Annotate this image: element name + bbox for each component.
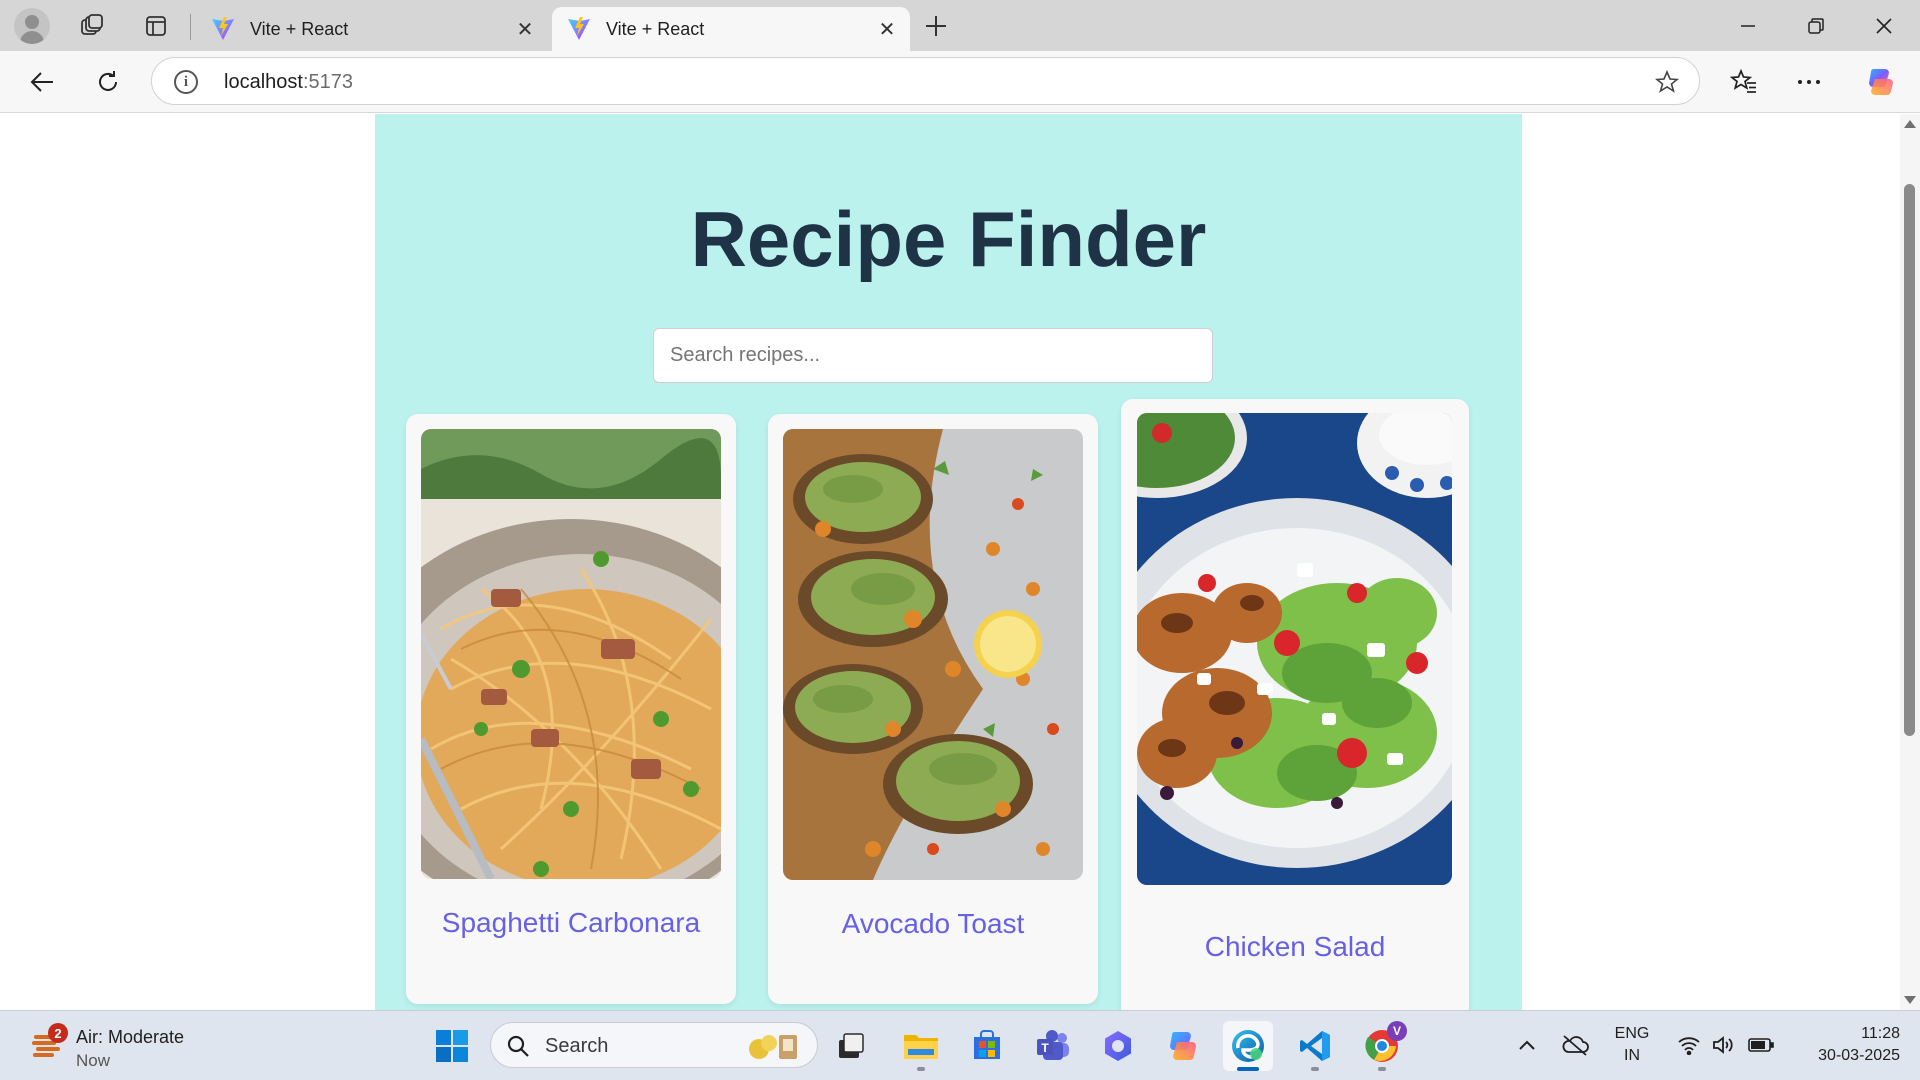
url-port: :5173 (302, 71, 353, 93)
copilot-icon[interactable] (1860, 62, 1900, 102)
chicken-salad-photo (1137, 413, 1452, 885)
recipe-card[interactable]: Chicken Salad (1121, 399, 1469, 1010)
recipe-name[interactable]: Spaghetti Carbonara (406, 907, 736, 939)
taskbar-search[interactable]: Search (490, 1022, 818, 1068)
running-indicator (1311, 1067, 1319, 1071)
weather-time: Now (76, 1051, 111, 1070)
address-bar[interactable]: i localhost:5173 (151, 57, 1700, 105)
back-icon[interactable] (22, 62, 62, 102)
ai-hub-icon[interactable] (1093, 1021, 1143, 1071)
recipe-name[interactable]: Avocado Toast (768, 908, 1098, 940)
site-info-icon[interactable]: i (174, 70, 198, 94)
url-host: localhost (224, 71, 303, 93)
chevron-up-icon[interactable] (1512, 1027, 1542, 1063)
search-input[interactable] (653, 328, 1213, 383)
minimize-icon[interactable] (1714, 4, 1782, 48)
scroll-down-arrow-icon[interactable] (1904, 996, 1916, 1004)
active-indicator (1237, 1067, 1259, 1071)
clock-date: 30-03-2025 (1818, 1047, 1900, 1064)
recipe-name[interactable]: Chicken Salad (1121, 931, 1469, 963)
volume-icon[interactable] (1708, 1027, 1738, 1063)
chrome-profile-badge: V (1387, 1021, 1407, 1041)
svg-text:T: T (1041, 1041, 1049, 1055)
onedrive-offline-icon[interactable] (1560, 1027, 1590, 1063)
refresh-icon[interactable] (88, 62, 128, 102)
language-region: IN (1624, 1047, 1640, 1064)
microsoft-store-icon[interactable] (962, 1021, 1012, 1071)
running-indicator (917, 1067, 925, 1071)
profile-avatar-icon[interactable] (14, 8, 50, 44)
browser-toolbar: i localhost:5173 (0, 51, 1920, 113)
more-options-icon[interactable] (1789, 62, 1829, 102)
page-scrollbar[interactable] (1900, 114, 1920, 1010)
system-clock[interactable]: 11:28 30-03-2025 (1790, 1023, 1900, 1067)
spaghetti-carbonara-photo (421, 429, 721, 879)
edge-browser-icon[interactable] (1223, 1021, 1273, 1071)
taskbar: 2 Air: Moderate Now Search T V ENG IN 11… (0, 1010, 1920, 1080)
search-label: Search (545, 1035, 609, 1057)
tab-separator (190, 14, 191, 40)
teams-icon[interactable]: T (1028, 1021, 1078, 1071)
file-explorer-icon[interactable] (896, 1021, 946, 1071)
page-title: Recipe Finder (690, 195, 1207, 283)
recipe-card[interactable]: Spaghetti Carbonara (406, 414, 736, 1004)
language-code: ENG (1614, 1025, 1650, 1042)
recipe-app: Recipe Finder Search recipes... Spaghett… (375, 114, 1522, 1010)
close-window-icon[interactable] (1850, 4, 1918, 48)
scrollbar-thumb[interactable] (1904, 184, 1915, 736)
notification-badge: 2 (48, 1023, 68, 1043)
recipe-card[interactable]: Avocado Toast (768, 414, 1098, 1004)
favorites-icon[interactable] (1724, 62, 1764, 102)
search-highlight-icon (749, 1035, 797, 1059)
language-indicator[interactable]: ENG IN (1612, 1023, 1652, 1067)
close-icon[interactable]: ✕ (510, 14, 540, 44)
battery-icon[interactable] (1746, 1027, 1776, 1063)
tab-actions-icon[interactable] (138, 8, 174, 44)
chrome-icon[interactable]: V (1357, 1021, 1407, 1071)
vite-logo-icon (212, 17, 234, 40)
weather-label: Air: Moderate (76, 1027, 185, 1047)
tab-inactive[interactable]: Vite + React ✕ (196, 7, 548, 51)
vite-logo-icon (568, 17, 590, 40)
page-viewport: Recipe Finder Search recipes... Spaghett… (0, 114, 1900, 1010)
search-icon (507, 1035, 529, 1057)
avocado-toast-photo (783, 429, 1083, 880)
windows-start-icon[interactable] (427, 1021, 477, 1071)
favorite-star-icon[interactable] (1653, 68, 1681, 96)
task-view-icon[interactable] (826, 1021, 876, 1071)
restore-icon[interactable] (1782, 4, 1850, 48)
tab-strip: Vite + React ✕ Vite + React ✕ (0, 0, 1920, 51)
tab-title: Vite + React (606, 18, 705, 39)
running-indicator (1378, 1067, 1386, 1071)
clock-time: 11:28 (1861, 1025, 1900, 1042)
scroll-up-arrow-icon[interactable] (1904, 120, 1916, 128)
new-tab-icon[interactable] (918, 8, 954, 44)
wifi-icon[interactable] (1674, 1027, 1704, 1063)
close-icon[interactable]: ✕ (872, 14, 902, 44)
weather-widget[interactable]: 2 Air: Moderate Now (28, 1021, 228, 1071)
tab-active[interactable]: Vite + React ✕ (552, 7, 910, 51)
copilot-app-icon[interactable] (1158, 1021, 1208, 1071)
tab-title: Vite + React (250, 18, 349, 39)
address-url[interactable]: localhost:5173 (224, 71, 353, 94)
workspaces-icon[interactable] (74, 8, 110, 44)
vscode-icon[interactable] (1290, 1021, 1340, 1071)
